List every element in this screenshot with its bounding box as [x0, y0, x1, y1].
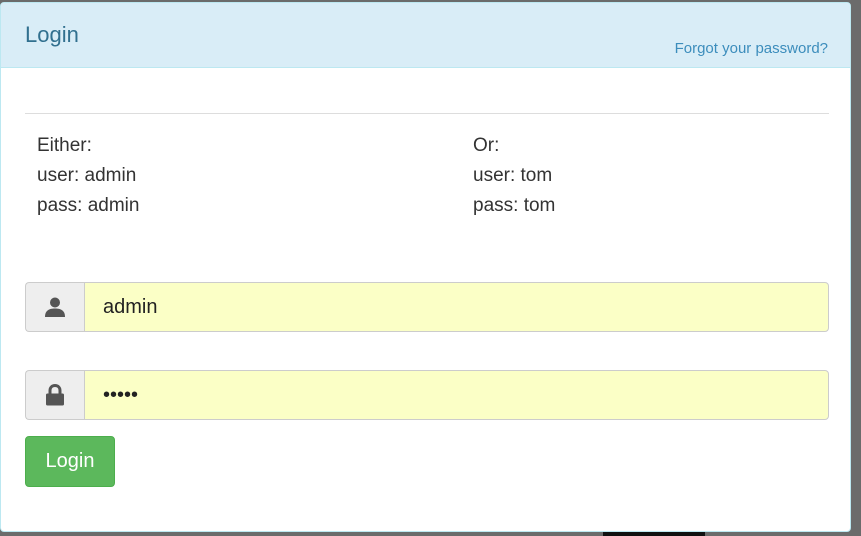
hint-heading: Or: [473, 135, 500, 156]
panel-title: Login [25, 22, 79, 47]
credentials-hint-left: Either: user: admin pass: admin [37, 131, 139, 221]
hint-pass: pass: admin [37, 195, 140, 216]
login-panel: Login Forgot your password? Either: user… [0, 2, 851, 532]
password-group [25, 370, 829, 420]
hint-heading: Either: [37, 135, 92, 156]
hint-pass: pass: tom [473, 195, 556, 216]
hint-user: user: admin [37, 165, 137, 186]
divider [25, 113, 829, 114]
username-input[interactable] [84, 282, 829, 332]
hint-user: user: tom [473, 165, 553, 186]
forgot-password-link[interactable]: Forgot your password? [675, 40, 828, 57]
lock-icon [25, 370, 84, 420]
credentials-hint-right: Or: user: tom pass: tom [473, 131, 555, 221]
panel-heading: Login Forgot your password? [1, 3, 850, 68]
password-input[interactable] [84, 370, 829, 420]
login-button[interactable]: Login [25, 436, 115, 487]
username-group [25, 282, 829, 332]
user-icon [25, 282, 84, 332]
